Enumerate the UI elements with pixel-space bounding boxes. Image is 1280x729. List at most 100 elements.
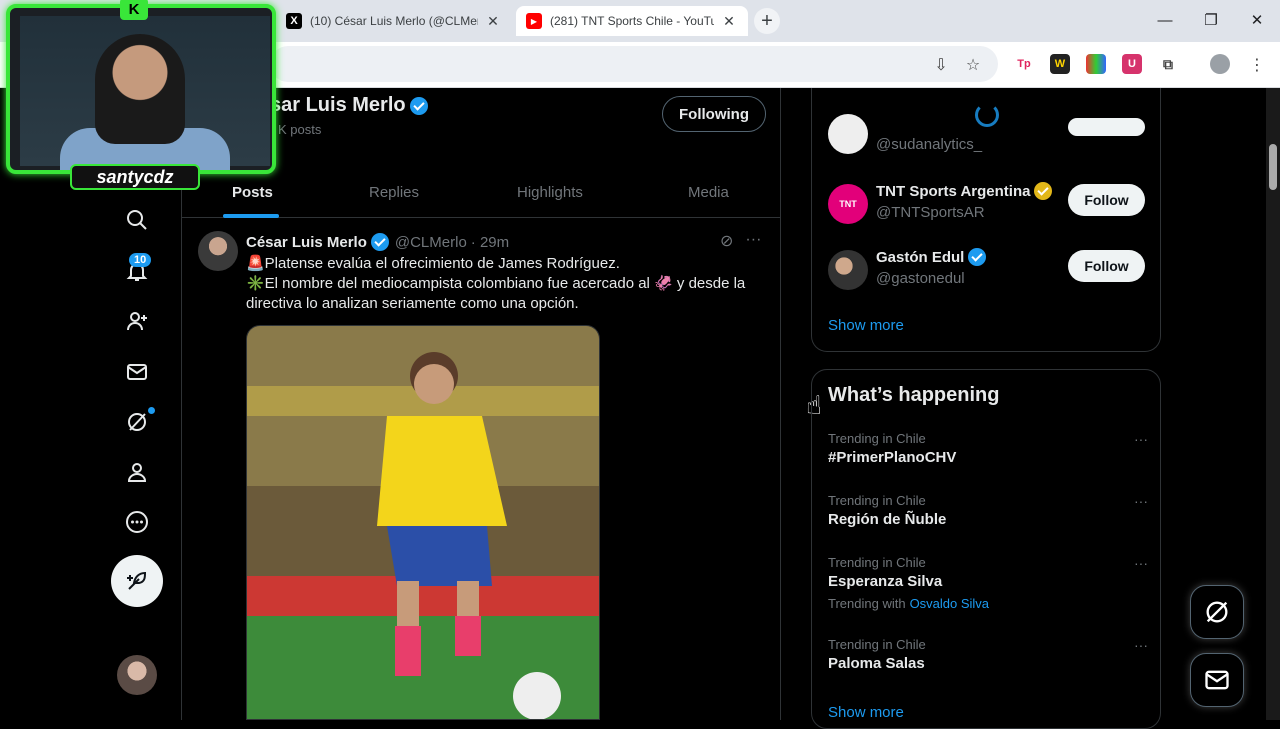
webcam-video [20,16,270,170]
profile-posts-count: K posts [278,122,322,137]
streamer-webcam-overlay: K santycdz [0,0,282,196]
trend-context: Trending in Chile [828,431,926,446]
show-more-link[interactable]: Show more [828,704,904,721]
tab-title: (10) César Luis Merlo (@CLMerl [310,14,478,28]
extension-w-icon[interactable]: W [1050,54,1070,74]
tab-highlights[interactable]: Highlights [517,166,583,218]
profile-person-icon[interactable] [122,457,152,487]
tweet-text: 🚨Platense evalúa el ofrecimiento de Jame… [246,254,766,314]
tweet-more-icon[interactable]: ··· [745,231,761,251]
tweet-time[interactable]: · 29m [471,234,509,251]
install-app-icon[interactable]: ⇩ [930,54,952,76]
verified-badge-icon [409,96,428,115]
close-window-button[interactable]: ✕ [1234,0,1280,40]
minimize-button[interactable]: — [1142,0,1188,40]
scrollbar-thumb[interactable] [1269,144,1277,190]
tweet-tools: ⊘ ··· [720,231,761,251]
verified-badge-icon [370,233,389,251]
messages-mail-icon[interactable] [122,357,152,387]
soccer-player-photo [247,326,599,719]
trend-topic: #PrimerPlanoCHV [828,449,957,466]
extension-u-icon[interactable]: U [1122,54,1142,74]
trend-context: Trending in Chile [828,637,926,652]
trend-more-icon[interactable]: ··· [1134,555,1148,571]
tweet-image[interactable] [246,325,600,720]
account-avatar [828,250,868,290]
right-sidebar: @sudanalytics_ TNT TNT Sports Argentina … [811,88,1161,729]
tnt-sports-logo: TNT [828,184,868,224]
tab-youtube[interactable]: ▶ (281) TNT Sports Chile - YouTub ✕ [516,6,748,36]
youtube-logo-icon: ▶ [526,13,542,29]
tweet-line-2: ✳️El nombre del mediocampista colombiano… [246,275,746,312]
account-handle: @TNTSportsAR [876,204,985,221]
tweet-author-avatar[interactable] [198,231,238,271]
trend-topic: Región de Ñuble [828,511,947,528]
search-icon[interactable] [122,205,152,235]
new-tab-button[interactable]: + [754,8,780,34]
tab-replies[interactable]: Replies [369,166,419,218]
trending-with-label: Trending with [828,596,906,611]
account-avatar[interactable] [117,655,157,695]
messages-floating-button[interactable] [1190,653,1244,707]
bookmark-star-icon[interactable]: ☆ [962,54,984,76]
follow-button[interactable] [1068,118,1145,136]
webcam-logo: K [120,0,148,20]
profile-name-text: sar Luis Merlo [270,94,406,116]
account-name: TNT Sports Argentina [876,182,1053,200]
grok-floating-button[interactable] [1190,585,1244,639]
extensions-puzzle-icon[interactable]: ⧉ [1158,54,1178,74]
account-name-text: TNT Sports Argentina [876,182,1031,200]
section-title: What’s happening [828,384,1000,406]
tab-media[interactable]: Media [688,166,729,218]
active-tab-indicator [223,214,279,218]
more-options-icon[interactable] [122,507,152,537]
extension-tp-icon[interactable]: Tp [1014,54,1034,74]
tweet-header: César Luis Merlo @CLMerlo · 29m [246,233,509,251]
tweet-handle[interactable]: @CLMerlo [395,234,467,251]
webcam-frame [6,4,276,174]
who-to-follow: @sudanalytics_ TNT TNT Sports Argentina … [811,88,1161,352]
streamer-name: santycdz [70,164,200,190]
page-scrollbar[interactable] [1266,88,1280,720]
trend-topic: Paloma Salas [828,655,925,672]
loading-spinner-icon [975,103,999,127]
trend-item[interactable]: Trending in Chile Región de Ñuble ··· [828,493,1148,528]
suggested-account-gaston[interactable]: Gastón Edul @gastonedul Follow [828,244,1148,300]
compose-post-button[interactable] [111,555,163,607]
account-avatar [828,114,868,154]
following-button[interactable]: Following [662,96,766,132]
trend-item[interactable]: Trending in Chile Paloma Salas ··· [828,637,1148,672]
account-name: Gastón Edul [876,248,987,266]
restore-button[interactable]: ❐ [1188,0,1234,40]
follow-button[interactable]: Follow [1068,184,1145,216]
account-handle: @sudanalytics_ [876,136,983,153]
trend-more-icon[interactable]: ··· [1134,637,1148,653]
trend-topic: Esperanza Silva [828,573,943,590]
tweet-author-name[interactable]: César Luis Merlo [246,234,367,251]
notifications-badge: 10 [129,253,152,267]
streamer-face [95,34,185,144]
show-more-link[interactable]: Show more [828,317,904,334]
trending-with-link[interactable]: Osvaldo Silva [910,596,989,611]
trend-more-icon[interactable]: ··· [1134,493,1148,509]
trend-context: Trending in Chile [828,555,926,570]
suggested-account-1[interactable]: @sudanalytics_ [828,114,1148,180]
trend-item[interactable]: Trending in Chile Esperanza Silva Trendi… [828,555,1148,611]
verified-gold-badge-icon [1034,182,1053,200]
x-logo-icon: X [286,13,302,29]
follow-people-icon[interactable] [122,306,152,336]
extension-color-icon[interactable] [1086,54,1106,74]
follow-button[interactable]: Follow [1068,250,1145,282]
whats-happening: What’s happening Trending in Chile #Prim… [811,369,1161,729]
suggested-account-tnt[interactable]: TNT TNT Sports Argentina @TNTSportsAR Fo… [828,178,1148,234]
close-tab-icon[interactable]: ✕ [484,13,502,30]
chrome-menu-icon[interactable]: ⋮ [1246,54,1268,76]
account-name-text: Gastón Edul [876,248,965,266]
grok-explain-icon[interactable]: ⊘ [720,231,733,251]
profile-avatar-icon[interactable] [1210,54,1230,74]
tab-x-profile[interactable]: X (10) César Luis Merlo (@CLMerl ✕ [276,6,512,36]
address-bar[interactable] [270,46,998,82]
trend-more-icon[interactable]: ··· [1134,431,1148,447]
trend-item[interactable]: Trending in Chile #PrimerPlanoCHV ··· [828,431,1148,466]
close-tab-icon[interactable]: ✕ [720,13,738,30]
